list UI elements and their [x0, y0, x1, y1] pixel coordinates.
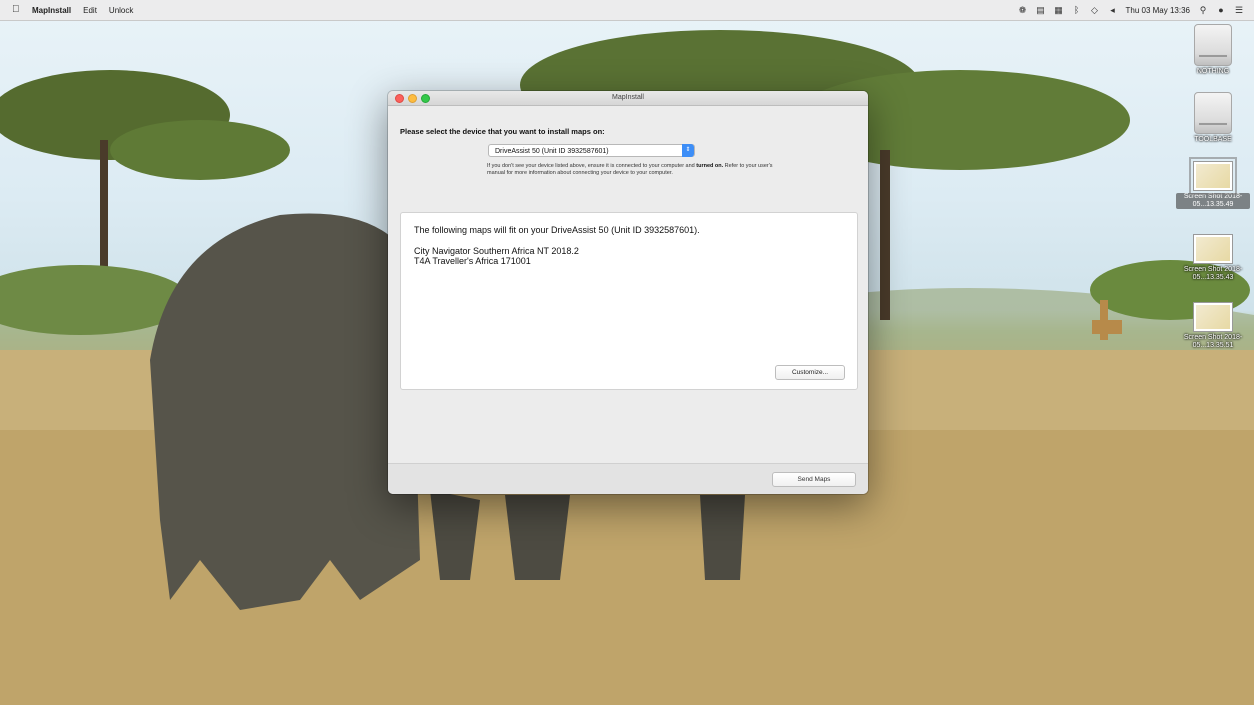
desktop-icon-label: TOOLBASE [1194, 136, 1232, 143]
status-area: ❁ ▤ ▦ ᛒ ◇ ◂ Thu 03 May 13:36 ⚲ ● ☰ [1018, 0, 1244, 20]
maps-panel: The following maps will fit on your Driv… [400, 212, 858, 390]
disk-icon [1194, 24, 1232, 66]
map-list-item: T4A Traveller's Africa 171001 [414, 256, 531, 266]
wifi-icon[interactable]: ◇ [1090, 5, 1100, 15]
desktop-icon-screenshot-2[interactable]: Screen Shot 2018-05...13.35.43 [1176, 234, 1250, 282]
desktop-icon-screenshot-1[interactable]: Screen Shot 2018-05...13.35.49 [1176, 157, 1250, 209]
paw-icon[interactable]: ❁ [1018, 5, 1028, 15]
desktop-icon-screenshot-3[interactable]: Screen Shot 2018-05...13.35.51 [1176, 302, 1250, 350]
desktop-icon-label: Screen Shot 2018-05...13.35.51 [1183, 334, 1243, 349]
maps-list: City Navigator Southern Africa NT 2018.2… [414, 246, 579, 266]
desktop-icon-label: Screen Shot 2018-05...13.35.43 [1183, 266, 1243, 281]
chevron-updown-icon: ⇕ [682, 144, 694, 157]
screenshot-file-icon [1189, 157, 1237, 195]
help-text-bold: turned on. [696, 163, 724, 169]
menu-bar:  MapInstall Edit Unlock ❁ ▤ ▦ ᛒ ◇ ◂ Thu… [0, 0, 1254, 21]
screenshot-file-icon [1193, 302, 1233, 332]
window-controls [395, 94, 430, 103]
send-maps-button[interactable]: Send Maps [772, 472, 856, 487]
close-window-button[interactable] [395, 94, 404, 103]
maps-header: The following maps will fit on your Driv… [414, 225, 700, 235]
menu-clock[interactable]: Thu 03 May 13:36 [1126, 6, 1190, 15]
desktop-icon-label: Screen Shot 2018-05...13.35.49 [1176, 193, 1250, 209]
device-select[interactable]: DriveAssist 50 (Unit ID 3932587601) ⇕ [488, 144, 695, 157]
desktop-icon-disk-2[interactable]: TOOLBASE [1176, 92, 1250, 144]
customize-button[interactable]: Customize... [775, 365, 845, 380]
window-titlebar[interactable]: MapInstall [388, 91, 868, 106]
bluetooth-icon[interactable]: ᛒ [1072, 5, 1082, 15]
device-prompt: Please select the device that you want t… [400, 127, 605, 136]
zoom-window-button[interactable] [421, 94, 430, 103]
disk-icon [1194, 92, 1232, 134]
window-footer: Send Maps [388, 463, 868, 494]
minimize-window-button[interactable] [408, 94, 417, 103]
desktop-icon-label: NOTHING [1196, 68, 1230, 75]
notification-center-icon[interactable]: ☰ [1234, 5, 1244, 15]
drive-icon[interactable]: ▤ [1036, 5, 1046, 15]
mapinstall-window: MapInstall Please select the device that… [388, 91, 868, 494]
volume-icon[interactable]: ◂ [1108, 5, 1118, 15]
menu-edit[interactable]: Edit [83, 6, 97, 15]
help-text-part1: If you don't see your device listed abov… [487, 163, 695, 169]
map-list-item: City Navigator Southern Africa NT 2018.2 [414, 246, 579, 256]
screenshot-file-icon [1193, 234, 1233, 264]
device-help-text: If you don't see your device listed abov… [487, 163, 777, 176]
device-select-value: DriveAssist 50 (Unit ID 3932587601) [495, 148, 609, 155]
spotlight-search-icon[interactable]: ⚲ [1198, 5, 1208, 15]
window-title: MapInstall [612, 94, 644, 101]
apple-menu-icon[interactable]:  [12, 0, 22, 20]
menu-unlock[interactable]: Unlock [109, 6, 133, 15]
siri-icon[interactable]: ● [1216, 5, 1226, 15]
display-icon[interactable]: ▦ [1054, 5, 1064, 15]
menu-app-name[interactable]: MapInstall [32, 6, 71, 15]
desktop-icon-disk-1[interactable]: NOTHING [1176, 24, 1250, 76]
